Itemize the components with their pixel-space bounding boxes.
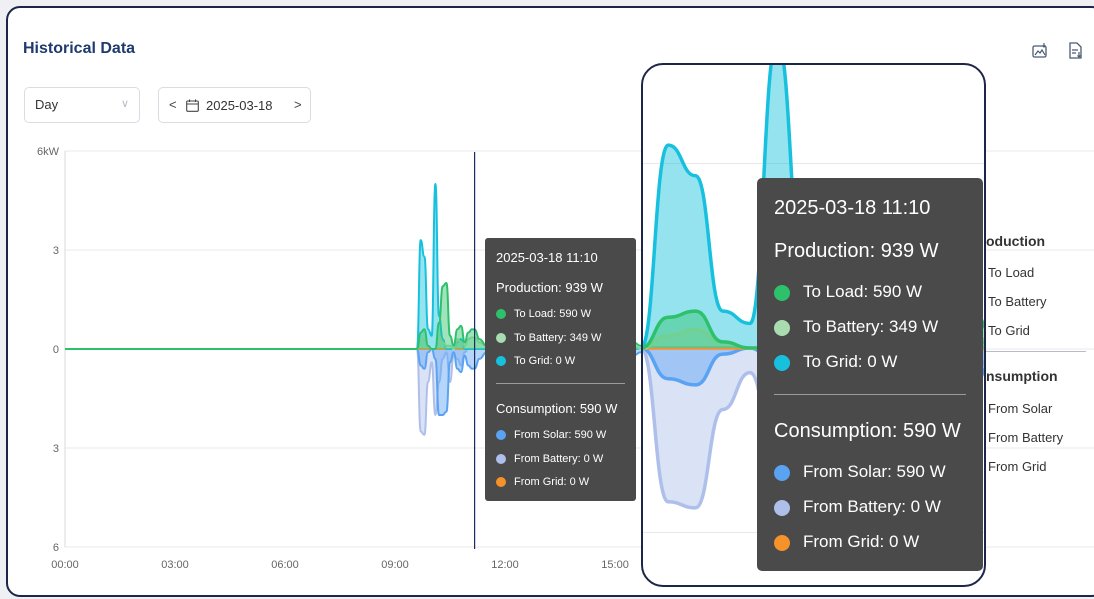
legend-production-item: To Load — [988, 265, 1035, 280]
legend-consumption-title: nsumption — [986, 368, 1058, 384]
series-color-dot — [496, 430, 506, 441]
legend-production-title: oduction — [986, 233, 1046, 249]
y-tick-label: 3 — [53, 245, 59, 257]
tooltip-production-item: To Load: 590 W — [774, 282, 922, 302]
tooltip-item-text: To Battery: 349 W — [514, 331, 602, 344]
legend-production-item: To Grid — [988, 323, 1030, 338]
y-tick-label: 6 — [53, 542, 59, 554]
y-tick-label: 3 — [53, 443, 59, 455]
zoom-magnifier: 2025-03-18 11:10 Production: 939 W To Load… — [641, 63, 986, 587]
series-color-dot — [496, 309, 506, 320]
tooltip-consumption-title: Consumption: 590 W — [774, 420, 961, 442]
tooltip-consumption-item: From Solar: 590 W — [496, 429, 606, 441]
x-tick-label: 12:00 — [491, 559, 519, 571]
x-tick-label: 03:00 — [161, 559, 189, 571]
series-color-dot — [496, 453, 506, 464]
tooltip-time: 2025-03-18 11:10 — [496, 250, 598, 265]
legend-production-item: To Battery — [988, 294, 1047, 309]
legend-divider — [986, 351, 1086, 352]
tooltip-item-text: To Grid: 0 W — [514, 355, 576, 367]
x-tick-label: 09:00 — [381, 559, 409, 571]
tooltip-item-text: From Solar: 590 W — [803, 462, 946, 481]
tooltip-item-text: From Battery: 0 W — [803, 497, 941, 516]
tooltip-consumption-title: Consumption: 590 W — [496, 401, 618, 416]
tooltip-item-text: From Solar: 590 W — [514, 429, 607, 441]
tooltip-production-title: Production: 939 W — [496, 280, 603, 295]
y-tick-label: 6kW — [37, 146, 60, 158]
tooltip-item-text: To Grid: 0 W — [803, 352, 898, 371]
tooltip-divider — [496, 383, 625, 384]
tooltip-time: 2025-03-18 11:10 — [774, 197, 931, 219]
tooltip-item-text: From Battery: 0 W — [514, 452, 604, 465]
tooltip-item-text: To Battery: 349 W — [803, 317, 939, 336]
series-color-dot — [496, 356, 506, 367]
legend-consumption-item: From Battery — [988, 430, 1064, 445]
x-tick-label: 06:00 — [271, 559, 299, 571]
chart-tooltip: 2025-03-18 11:10 Production: 939 W To Load… — [485, 238, 636, 501]
tooltip-item-text: To Load: 590 W — [803, 282, 923, 301]
tooltip-consumption-item: From Battery: 0 W — [774, 497, 941, 517]
tooltip-item-text: From Grid: 0 W — [514, 476, 590, 488]
series-color-dot — [774, 499, 790, 516]
series-color-dot — [496, 332, 506, 343]
legend-consumption-item: From Grid — [988, 459, 1047, 474]
x-tick-label: 15:00 — [601, 559, 629, 571]
zoomed-chart-tooltip: 2025-03-18 11:10 Production: 939 W To Load… — [757, 178, 983, 571]
tooltip-consumption-item: From Solar: 590 W — [774, 462, 946, 482]
tooltip-production-item: To Load: 590 W — [496, 308, 591, 320]
series-color-dot — [774, 534, 790, 551]
series-color-dot — [496, 477, 506, 488]
series-color-dot — [774, 319, 790, 336]
tooltip-consumption-item: From Grid: 0 W — [774, 532, 919, 552]
tooltip-production-item: To Battery: 349 W — [496, 332, 601, 344]
tooltip-consumption-item: From Battery: 0 W — [496, 453, 603, 465]
x-tick-label: 00:00 — [51, 559, 79, 571]
tooltip-production-title: Production: 939 W — [774, 240, 939, 262]
legend-consumption-item: From Solar — [988, 401, 1053, 416]
y-tick-label: 0 — [53, 344, 59, 356]
tooltip-production-item: To Grid: 0 W — [496, 355, 575, 367]
tooltip-production-item: To Grid: 0 W — [774, 352, 897, 372]
tooltip-consumption-item: From Grid: 0 W — [496, 476, 589, 488]
series-color-dot — [774, 354, 790, 371]
tooltip-divider — [774, 394, 966, 395]
tooltip-production-item: To Battery: 349 W — [774, 317, 938, 337]
tooltip-item-text: To Load: 590 W — [514, 308, 592, 320]
tooltip-item-text: From Grid: 0 W — [803, 532, 920, 551]
series-color-dot — [774, 284, 790, 301]
series-color-dot — [774, 464, 790, 481]
